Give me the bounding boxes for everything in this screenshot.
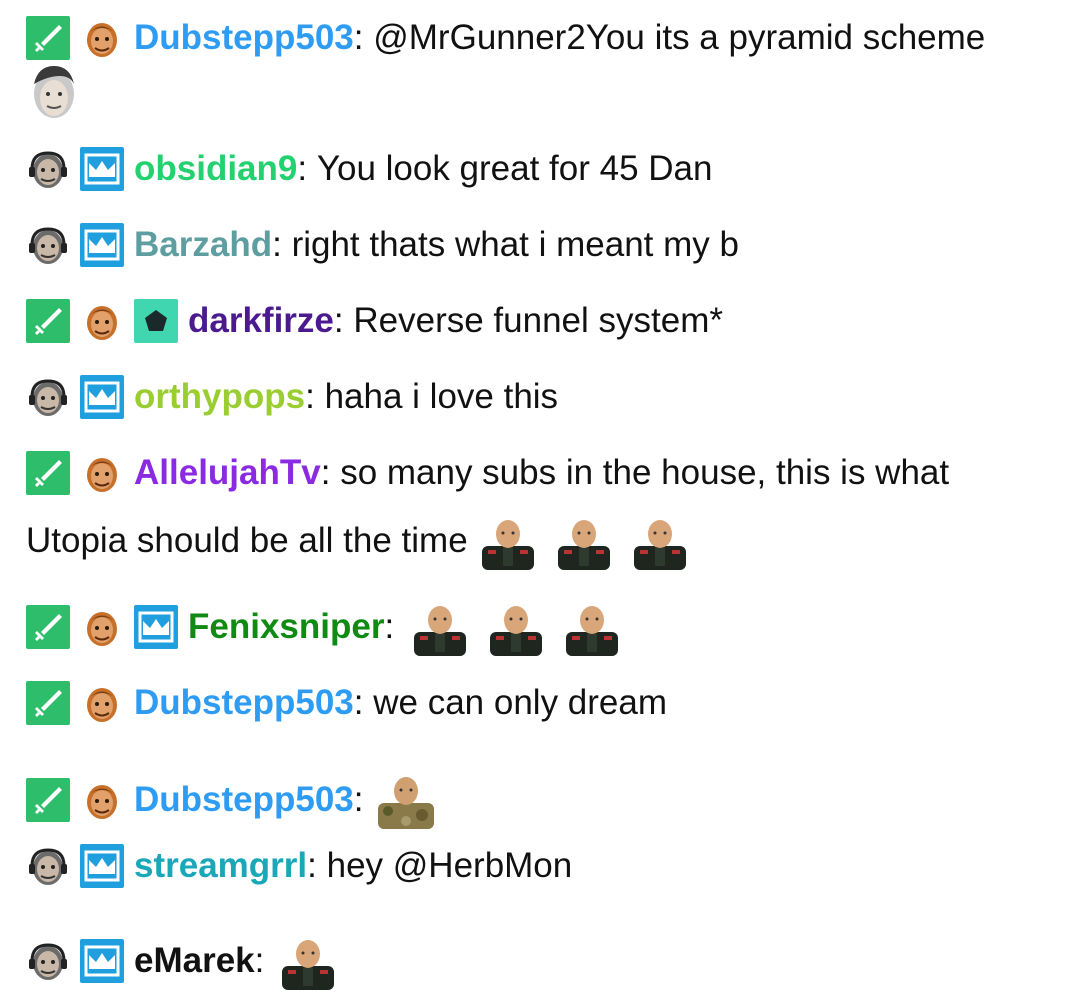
face-badge-icon[interactable] [26,147,70,191]
face-badge-icon[interactable] [80,299,124,343]
separator: : [307,846,317,885]
chat-message: eMarek : [26,932,1060,990]
chat-username[interactable]: darkfirze [188,297,334,345]
moderator-sword-icon[interactable] [26,299,70,343]
subscriber-crown-icon[interactable] [134,605,178,649]
moderator-sword-icon[interactable] [26,681,70,725]
chat-message: obsidian9 : You look great for 45 Dan [26,145,1060,193]
chat-message-continuation: Utopia should be all the time [26,512,1060,570]
face-badge-icon[interactable] [80,681,124,725]
separator: : [320,453,331,492]
face-badge-icon[interactable] [26,844,70,888]
moderator-sword-icon[interactable] [26,16,70,60]
subscriber-crown-icon[interactable] [80,844,124,888]
chat-username[interactable]: obsidian9 [134,145,297,193]
chat-username[interactable]: streamgrrl [134,842,307,890]
avatar-emote-icon[interactable] [30,62,78,122]
face-badge-icon[interactable] [80,605,124,649]
separator: : [297,149,308,188]
soldier-emote-icon[interactable] [408,598,472,656]
chat-message: AllelujahTv : so many subs in the house,… [26,449,1060,497]
message-text: so many subs in the house, this is what [340,453,950,492]
soldier-emote-icon[interactable] [560,598,624,656]
chat-message: darkfirze : Reverse funnel system* [26,297,1060,345]
soldier-emote-icon[interactable] [552,512,616,570]
chat-message: Dubstepp503 : [26,771,1060,829]
subscriber-crown-icon[interactable] [80,375,124,419]
separator: : [384,607,395,646]
face-badge-icon[interactable] [26,375,70,419]
chat-log: Dubstepp503 : @MrGunner2You its a pyrami… [0,0,1080,993]
message-text: @MrGunner2You its a pyramid scheme [373,18,986,57]
separator: : [333,301,344,340]
soldier-emote-icon[interactable] [476,512,540,570]
chat-username[interactable]: Dubstepp503 [134,14,354,62]
moderator-sword-icon[interactable] [26,605,70,649]
camo-soldier-emote-icon[interactable] [374,771,438,829]
chat-message: Dubstepp503 : @MrGunner2You its a pyrami… [26,14,1060,62]
message-text: Reverse funnel system* [353,301,723,340]
chat-username[interactable]: eMarek [134,937,255,985]
subscriber-crown-icon[interactable] [80,939,124,983]
message-text: Utopia should be all the time [26,521,468,560]
face-badge-icon[interactable] [26,939,70,983]
message-text: haha i love this [324,377,559,416]
separator: : [254,941,265,980]
message-text: right thats what i meant my b [291,225,739,264]
message-text: we can only dream [373,683,668,722]
chat-username[interactable]: Dubstepp503 [134,776,354,824]
subscriber-crown-icon[interactable] [80,147,124,191]
chat-username[interactable]: Fenixsniper [188,603,384,651]
moderator-sword-icon[interactable] [26,778,70,822]
moderator-sword-icon[interactable] [26,451,70,495]
separator: : [353,18,364,57]
chat-username[interactable]: orthypops [134,373,305,421]
face-badge-icon[interactable] [80,778,124,822]
chat-message: Fenixsniper : [26,598,1060,656]
separator: : [353,780,364,819]
message-text: You look great for 45 Dan [316,149,713,188]
separator: : [305,377,315,416]
chat-username[interactable]: AllelujahTv [134,449,321,497]
soldier-emote-icon[interactable] [484,598,548,656]
face-badge-icon[interactable] [80,451,124,495]
chat-message: streamgrrl : hey @HerbMon [26,842,1060,890]
chat-message: Barzahd : right thats what i meant my b [26,221,1060,269]
face-badge-icon[interactable] [26,223,70,267]
turbo-pentagon-icon[interactable] [134,299,178,343]
message-text: hey @HerbMon [326,846,573,885]
chat-message: Dubstepp503 : we can only dream [26,679,1060,727]
chat-username[interactable]: Dubstepp503 [134,679,354,727]
soldier-emote-icon[interactable] [628,512,692,570]
face-badge-icon[interactable] [80,16,124,60]
soldier-emote-icon[interactable] [276,932,340,990]
chat-message: orthypops : haha i love this [26,373,1060,421]
separator: : [353,683,364,722]
separator: : [272,225,282,264]
subscriber-crown-icon[interactable] [80,223,124,267]
chat-username[interactable]: Barzahd [134,221,272,269]
